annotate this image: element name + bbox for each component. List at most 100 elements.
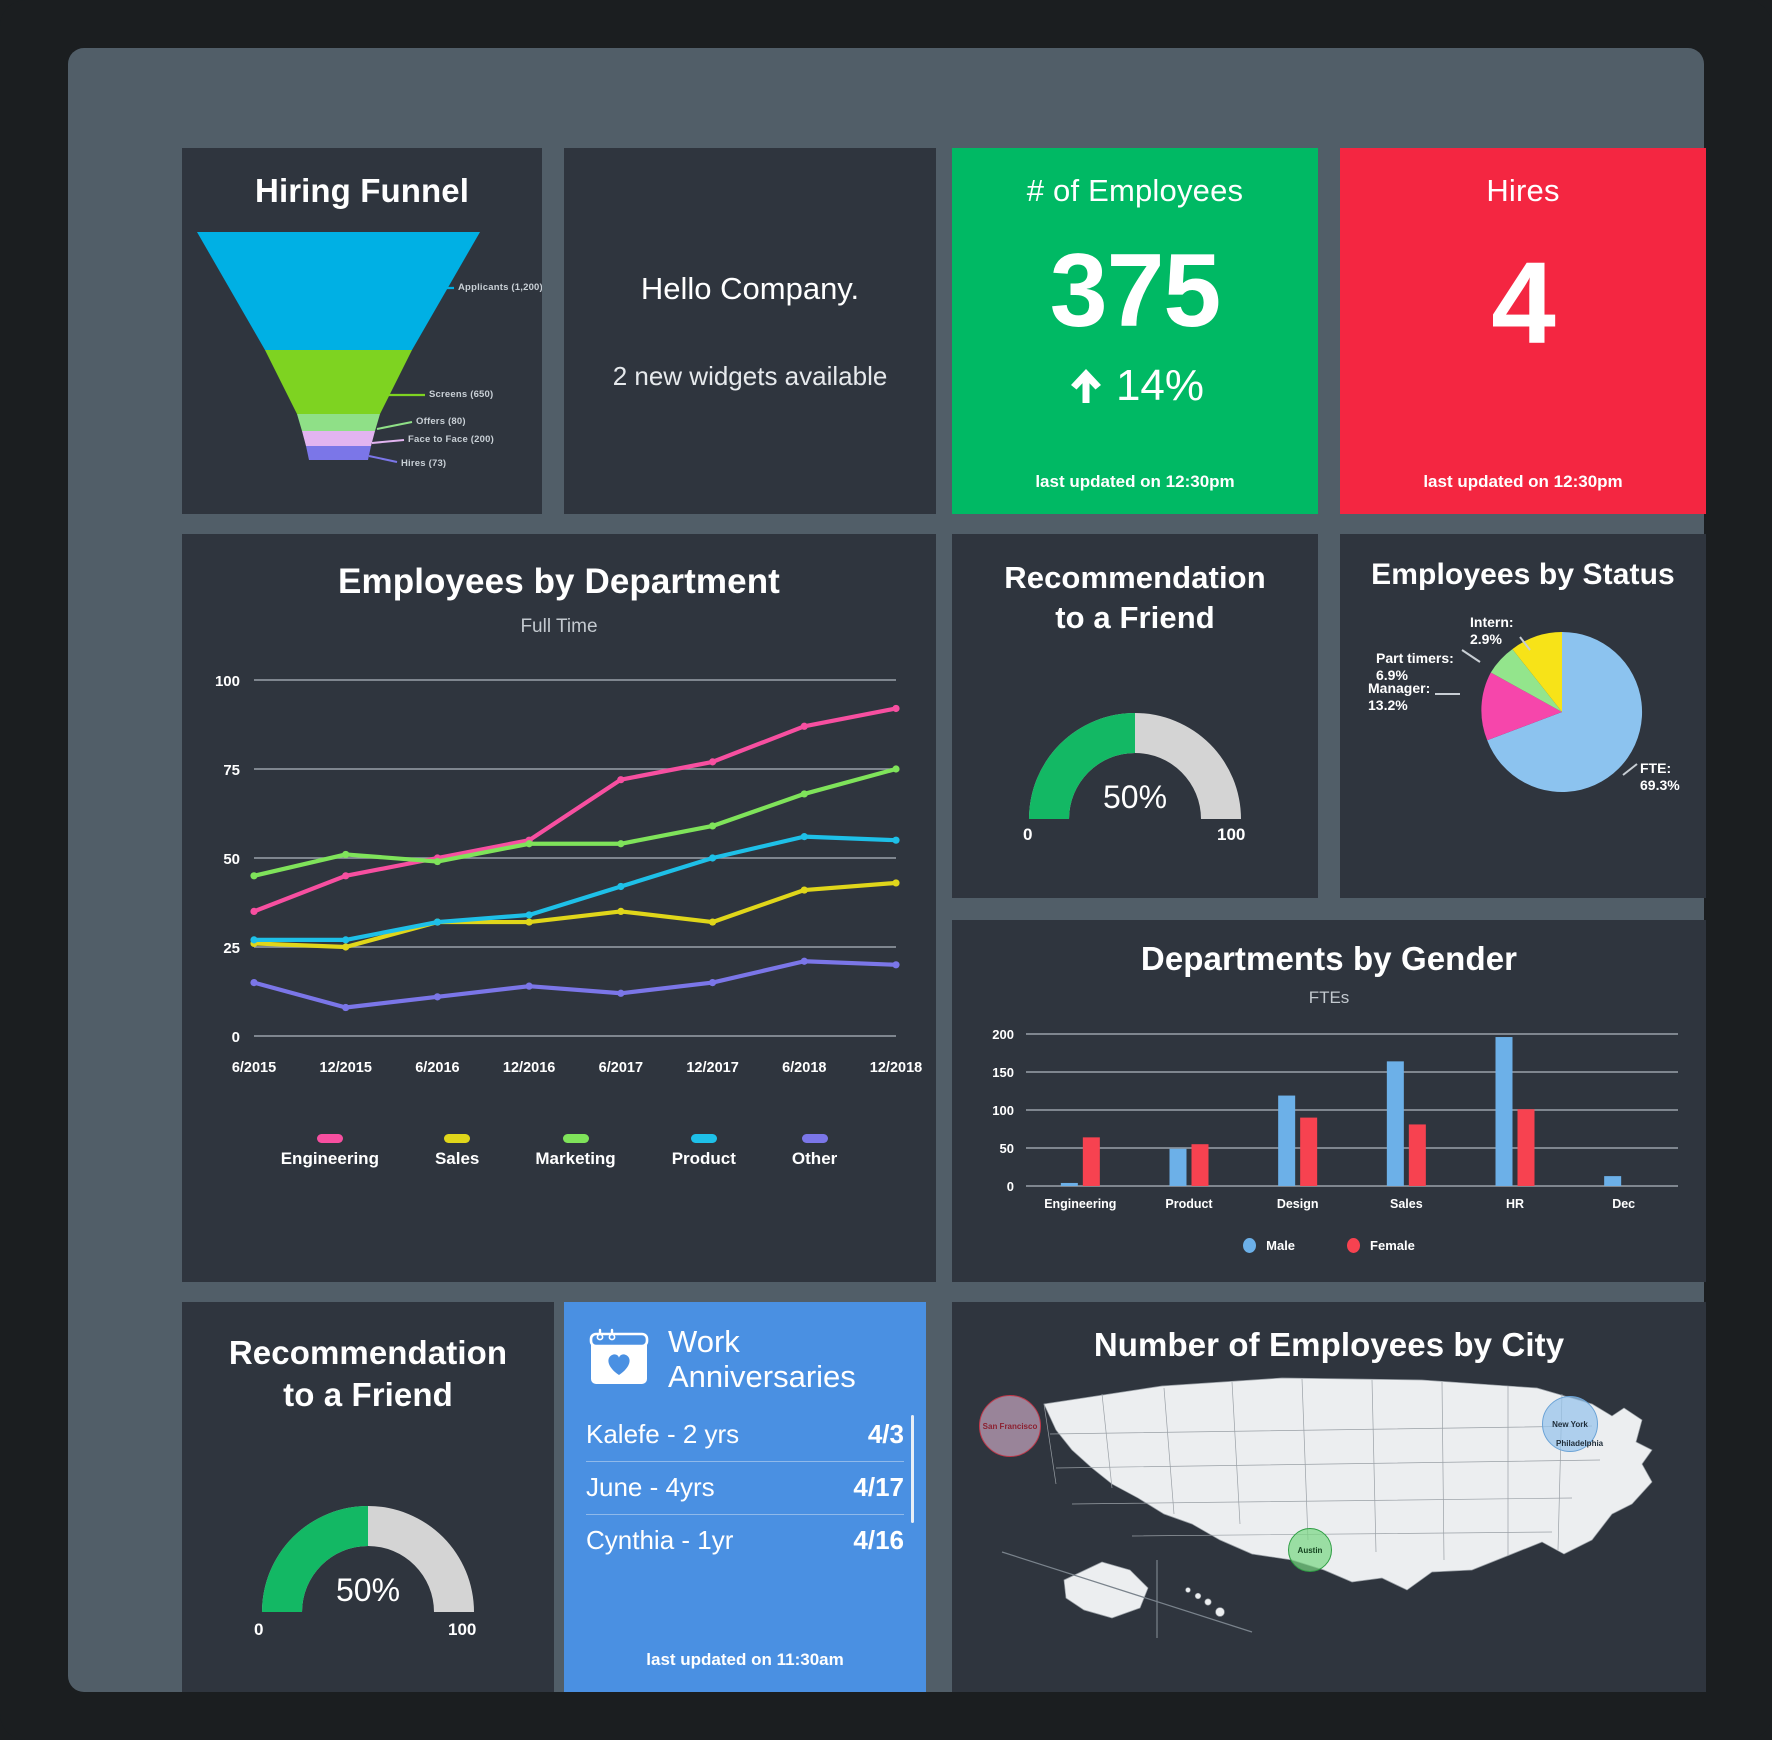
card-employees-by-city[interactable]: Number of Employees by City San Francisc… bbox=[952, 1302, 1706, 1692]
map-marker-san-francisco[interactable]: San Francisco bbox=[979, 1395, 1041, 1457]
anniversary-name: Kalefe - 2 yrs bbox=[586, 1419, 740, 1449]
bar-hr-male[interactable] bbox=[1495, 1037, 1513, 1186]
line-point-sales-4[interactable] bbox=[617, 907, 625, 915]
line-point-other-5[interactable] bbox=[708, 979, 717, 987]
line-point-marketing-5[interactable] bbox=[708, 822, 717, 830]
line-point-other-2[interactable] bbox=[433, 993, 442, 1001]
employee-count-delta-value: 14% bbox=[1115, 361, 1205, 410]
line-point-product-7[interactable] bbox=[892, 836, 900, 844]
bar-legend-item-female[interactable]: Female bbox=[1347, 1238, 1415, 1253]
line-point-engineering-6[interactable] bbox=[800, 722, 808, 730]
bar-design-female[interactable] bbox=[1300, 1117, 1318, 1186]
line-point-product-0[interactable] bbox=[250, 936, 258, 944]
line-point-sales-5[interactable] bbox=[708, 918, 717, 926]
bar-product-female[interactable] bbox=[1191, 1144, 1209, 1186]
line-point-engineering-7[interactable] bbox=[892, 704, 900, 713]
employee-count-delta: 14% bbox=[1066, 361, 1204, 411]
map-marker-austin[interactable]: Austin bbox=[1288, 1528, 1332, 1572]
line-point-marketing-4[interactable] bbox=[617, 840, 625, 848]
line-point-sales-3[interactable] bbox=[525, 918, 533, 926]
line-series-other[interactable] bbox=[251, 959, 899, 1010]
bar-design-male[interactable] bbox=[1278, 1095, 1296, 1186]
bar-sales-female[interactable] bbox=[1408, 1124, 1426, 1186]
line-point-engineering-5[interactable] bbox=[708, 758, 717, 766]
line-point-product-3[interactable] bbox=[525, 911, 533, 919]
funnel-segment-screens[interactable] bbox=[265, 350, 412, 414]
line-point-engineering-4[interactable] bbox=[617, 776, 625, 784]
line-point-engineering-0[interactable] bbox=[250, 907, 258, 915]
anniversaries-scrollbar[interactable] bbox=[911, 1415, 914, 1523]
bar-hr-female[interactable] bbox=[1517, 1109, 1535, 1186]
bar-product-male[interactable] bbox=[1169, 1148, 1187, 1186]
anniversary-row[interactable]: Kalefe - 2 yrs 4/3 bbox=[586, 1409, 904, 1462]
line-point-marketing-3[interactable] bbox=[525, 840, 533, 848]
legend-item-sales[interactable]: Sales bbox=[435, 1134, 479, 1169]
bar-legend-label-female: Female bbox=[1370, 1238, 1415, 1253]
legend-item-marketing[interactable]: Marketing bbox=[535, 1134, 616, 1169]
work-anniversaries-list[interactable]: Kalefe - 2 yrs 4/3 June - 4yrs 4/17 Cynthia … bbox=[586, 1409, 914, 1567]
line-point-product-1[interactable] bbox=[342, 936, 350, 944]
line-point-marketing-0[interactable] bbox=[250, 872, 258, 880]
bar-engineering-female[interactable] bbox=[1082, 1137, 1100, 1186]
legend-item-other[interactable]: Other bbox=[792, 1134, 837, 1169]
line-point-other-4[interactable] bbox=[617, 989, 625, 997]
bar-xtick-design: Design bbox=[1277, 1197, 1319, 1211]
line-point-other-0[interactable] bbox=[250, 979, 258, 987]
bar-dec-male[interactable] bbox=[1604, 1176, 1622, 1186]
line-point-sales-6[interactable] bbox=[800, 886, 808, 894]
card-employees-by-department[interactable]: Employees by Department Full Time 0 25 50 7… bbox=[182, 534, 936, 1282]
map-marker-philadelphia[interactable]: Philadelphia bbox=[1556, 1439, 1603, 1448]
line-chart-svg: 0 25 50 75 100 6/2015 12/2015 6/2016 12/2016 6/20… bbox=[215, 673, 922, 1076]
line-point-other-3[interactable] bbox=[525, 982, 533, 990]
line-point-product-2[interactable] bbox=[433, 918, 442, 926]
funnel-segment-offers[interactable] bbox=[297, 414, 380, 431]
line-point-other-7[interactable] bbox=[892, 961, 900, 969]
gauge-bottom: 50% 0 100 bbox=[238, 1472, 498, 1639]
legend-item-product[interactable]: Product bbox=[672, 1134, 736, 1169]
bar-legend-item-male[interactable]: Male bbox=[1243, 1238, 1295, 1253]
line-point-other-6[interactable] bbox=[800, 957, 808, 965]
line-series-marketing[interactable] bbox=[251, 766, 899, 878]
bar-sales-male[interactable] bbox=[1386, 1061, 1404, 1186]
card-hires[interactable]: Hires 4 last updated on 12:30pm bbox=[1340, 148, 1706, 514]
line-point-other-1[interactable] bbox=[342, 1003, 350, 1012]
line-point-sales-7[interactable] bbox=[892, 879, 900, 887]
line-point-product-4[interactable] bbox=[617, 882, 625, 891]
card-hiring-funnel[interactable]: Hiring Funnel Applicants (1,200) Screens… bbox=[182, 148, 542, 514]
pie-chart: Intern: 2.9% Part timers: 6.9% Manager: … bbox=[1340, 592, 1706, 842]
card-work-anniversaries[interactable]: Work Anniversaries Kalefe - 2 yrs 4/3 June… bbox=[564, 1302, 926, 1692]
bar-xtick-product: Product bbox=[1165, 1197, 1213, 1211]
card-recommendation-bottom[interactable]: Recommendation to a Friend 50% 0 100 bbox=[182, 1302, 554, 1692]
bar-xtick-hr: HR bbox=[1506, 1197, 1524, 1211]
card-employee-count[interactable]: # of Employees 375 14% last updated on 1… bbox=[952, 148, 1318, 514]
funnel-segment-hires[interactable] bbox=[306, 446, 371, 460]
anniversary-row[interactable]: Cynthia - 1yr 4/16 bbox=[586, 1515, 904, 1567]
xtick-6/2017: 6/2017 bbox=[599, 1060, 643, 1076]
gauge-bottom-min: 0 bbox=[254, 1620, 264, 1640]
line-series-product[interactable] bbox=[251, 834, 899, 942]
line-point-product-6[interactable] bbox=[800, 833, 808, 841]
card-employees-by-status[interactable]: Employees by Status Intern: 2.9% Part ti… bbox=[1340, 534, 1706, 898]
hires-value: 4 bbox=[1491, 238, 1556, 368]
line-point-marketing-2[interactable] bbox=[433, 857, 442, 866]
us-map[interactable]: San Francisco Austin New York Philadelph… bbox=[952, 1364, 1706, 1654]
anniversary-name: Cynthia - 1yr bbox=[586, 1525, 734, 1555]
anniversary-date: 4/17 bbox=[853, 1472, 904, 1502]
legend-swatch-other bbox=[801, 1134, 828, 1143]
card-recommendation-top[interactable]: Recommendation to a Friend 50% 0 100 bbox=[952, 534, 1318, 898]
legend-item-engineering[interactable]: Engineering bbox=[281, 1134, 379, 1169]
funnel-label-applicants: Applicants (1,200) bbox=[458, 282, 542, 293]
line-point-marketing-7[interactable] bbox=[892, 765, 900, 773]
anniversary-row[interactable]: June - 4yrs 4/17 bbox=[586, 1462, 904, 1515]
funnel-segment-applicants[interactable] bbox=[197, 232, 480, 350]
line-series-engineering[interactable] bbox=[251, 706, 899, 914]
line-point-marketing-1[interactable] bbox=[342, 850, 350, 859]
card-hello-company[interactable]: Hello Company. 2 new widgets available bbox=[564, 148, 936, 514]
bar-engineering-male[interactable] bbox=[1060, 1182, 1078, 1186]
card-departments-by-gender[interactable]: Departments by Gender FTEs 0 50 100 150 200 E… bbox=[952, 920, 1706, 1282]
line-point-marketing-6[interactable] bbox=[800, 790, 808, 798]
funnel-segment-face-to-face[interactable] bbox=[302, 431, 375, 446]
line-point-product-5[interactable] bbox=[708, 854, 717, 862]
line-point-sales-1[interactable] bbox=[342, 943, 350, 951]
line-point-engineering-1[interactable] bbox=[342, 872, 350, 880]
